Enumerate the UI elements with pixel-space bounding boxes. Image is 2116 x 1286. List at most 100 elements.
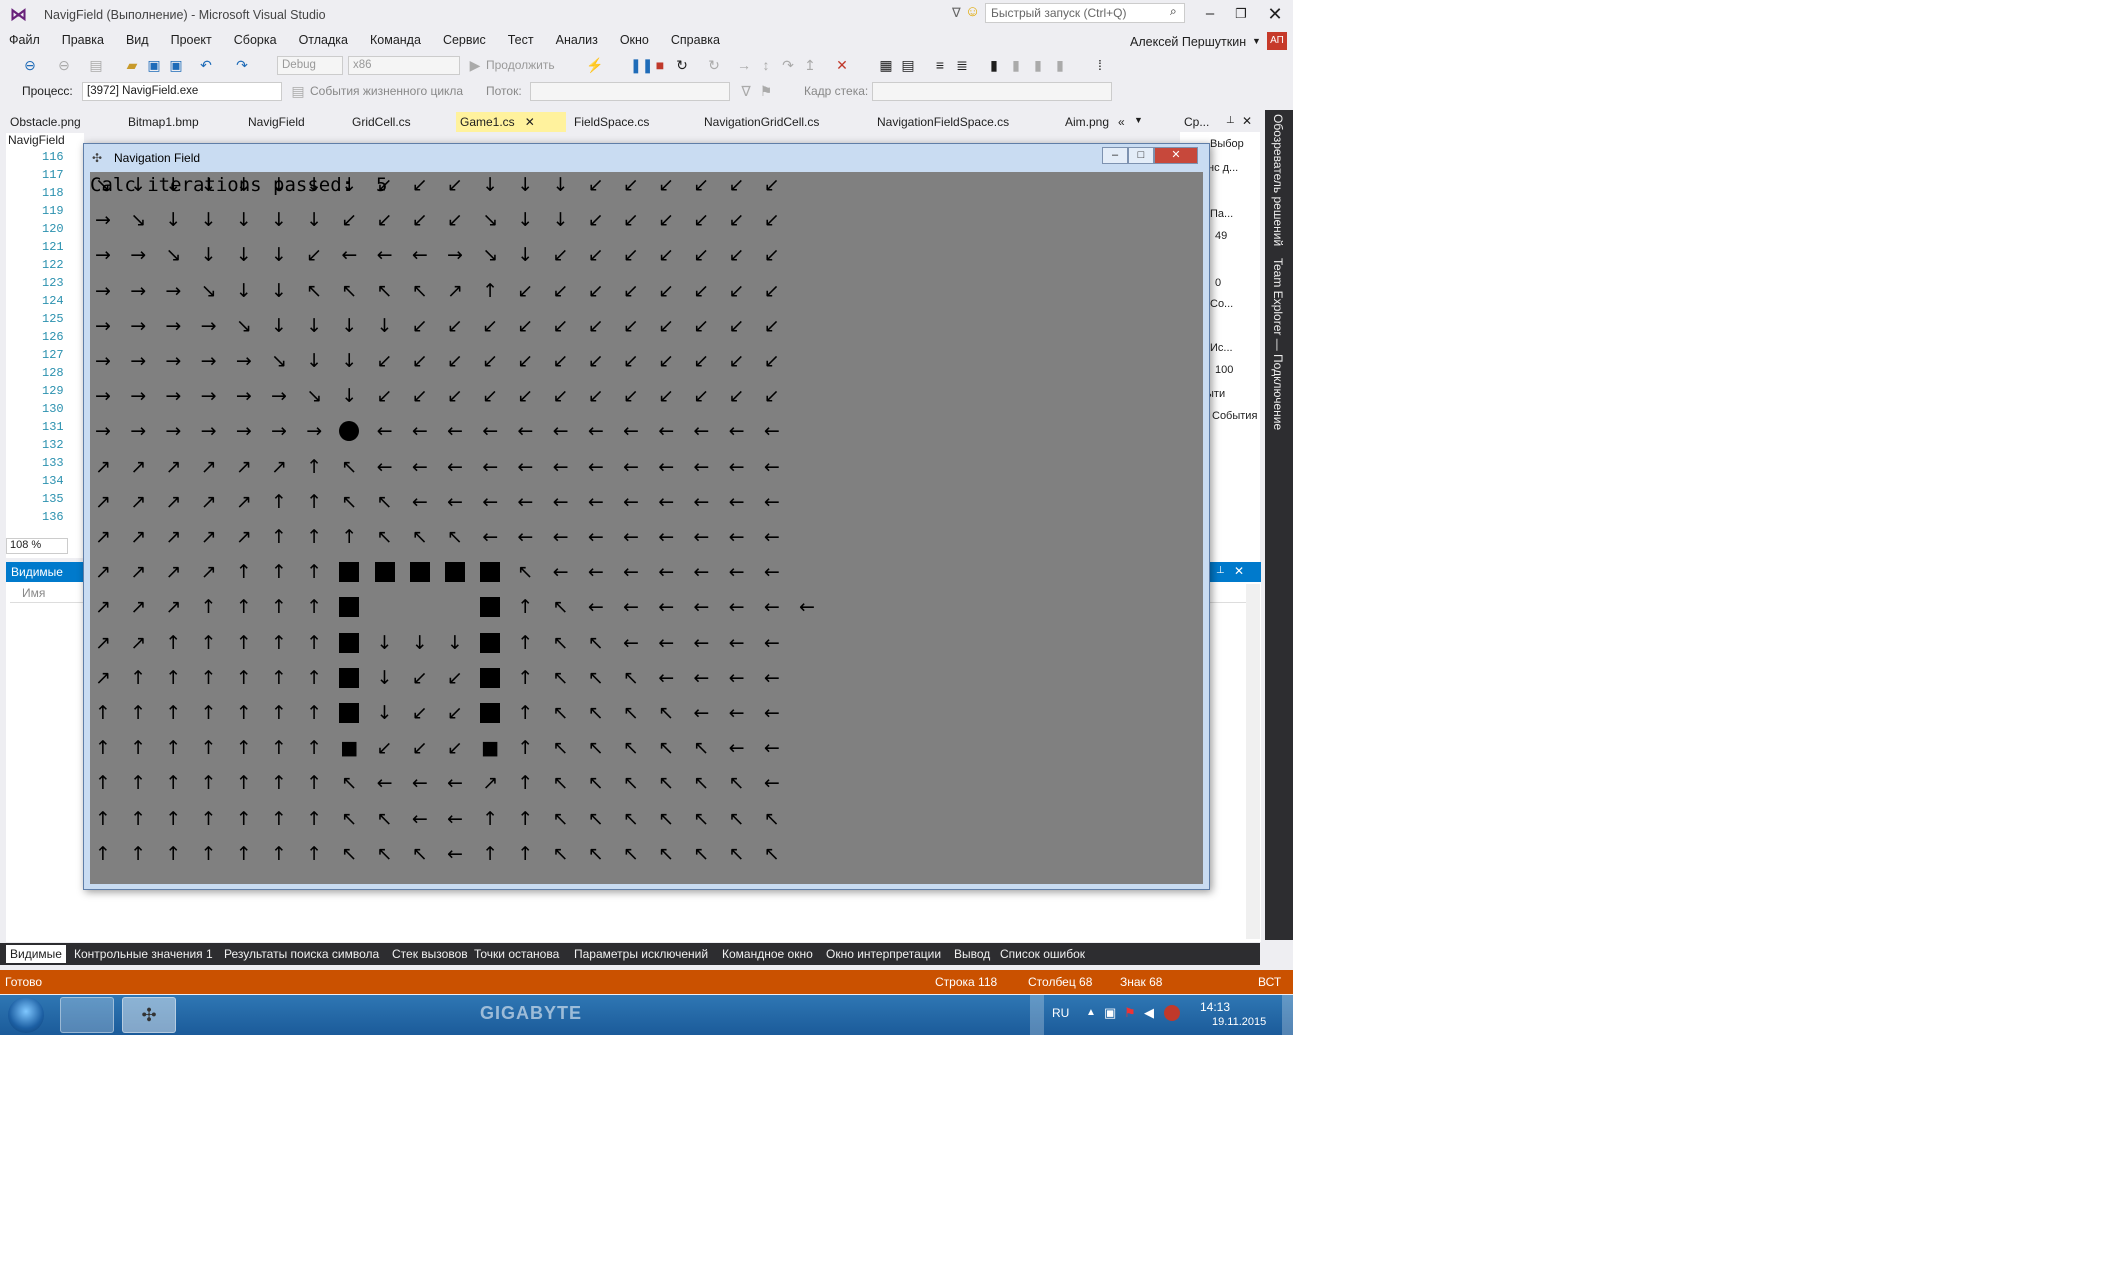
redo-icon[interactable]: ↷ <box>234 57 250 73</box>
menu-file[interactable]: Файл <box>9 33 40 47</box>
stack-frame-select[interactable] <box>872 82 1112 101</box>
pin-icon[interactable]: ⊥ <box>1226 115 1235 126</box>
menu-project[interactable]: Проект <box>171 33 212 47</box>
forward-icon[interactable]: ⊖ <box>56 57 72 73</box>
close-icon[interactable]: ✕ <box>1242 114 1252 128</box>
tab-locals[interactable]: Видимые <box>6 945 66 963</box>
step-back-icon[interactable]: ↥ <box>802 57 818 73</box>
hot-reload-icon[interactable]: ⚡ <box>586 57 603 73</box>
tab-gridcell-cs[interactable]: GridCell.cs <box>348 112 415 132</box>
clear-bookmarks-icon[interactable]: ▮ <box>1052 57 1068 73</box>
restart-icon[interactable]: ↻ <box>674 57 690 73</box>
clock-date[interactable]: 19.11.2015 <box>1212 1016 1266 1028</box>
menu-team[interactable]: Команда <box>370 33 421 47</box>
tabs-scroll-icon[interactable]: « <box>1118 115 1125 129</box>
breakpoints-icon[interactable]: ✕ <box>834 57 850 73</box>
properties-item[interactable]: нс д... <box>1208 162 1238 174</box>
tab-output[interactable]: Вывод <box>950 945 994 963</box>
scrollbar[interactable] <box>1246 584 1260 939</box>
undo-icon[interactable]: ↶ <box>198 57 214 73</box>
language-indicator[interactable]: RU <box>1052 1006 1069 1020</box>
search-icon[interactable]: ⌕ <box>1170 4 1177 19</box>
chevron-down-icon[interactable]: ▼ <box>1252 36 1261 46</box>
lifecycle-events-button[interactable]: События жизненного цикла <box>310 84 463 98</box>
game-maximize-button[interactable]: □ <box>1128 147 1154 164</box>
properties-value[interactable]: 100 <box>1215 364 1233 376</box>
bookmark-icon[interactable]: ▮ <box>986 57 1002 73</box>
hex-display-icon[interactable]: ▦ <box>878 57 894 73</box>
properties-item[interactable]: Па... <box>1210 208 1233 220</box>
new-project-icon[interactable]: ▤ <box>88 57 104 73</box>
menu-window[interactable]: Окно <box>620 33 649 47</box>
code-editor[interactable]: NavigField 116 117 118 119 120 121 122 1… <box>6 133 84 558</box>
continue-button[interactable]: Продолжить <box>486 58 555 72</box>
step-over-icon[interactable]: ↕ <box>758 57 774 73</box>
process-select[interactable]: [3972] NavigField.exe <box>82 82 282 101</box>
name-column[interactable]: Имя <box>22 586 45 600</box>
menu-analyze[interactable]: Анализ <box>556 33 598 47</box>
menu-edit[interactable]: Правка <box>62 33 104 47</box>
step-out-icon[interactable]: ↷ <box>780 57 796 73</box>
game-minimize-button[interactable]: – <box>1102 147 1128 164</box>
configuration-select[interactable]: Debug <box>277 56 343 75</box>
tab-navigfield[interactable]: NavigField <box>244 112 309 132</box>
game-title-bar[interactable]: ✣ Navigation Field – □ ✕ <box>84 144 1209 171</box>
scrollbar[interactable] <box>1030 995 1044 1035</box>
step-into-icon[interactable]: → <box>736 57 752 73</box>
properties-value[interactable]: 49 <box>1215 230 1227 242</box>
notification-filter-icon[interactable]: ∇ <box>952 5 961 21</box>
close-icon[interactable]: ✕ <box>1234 564 1244 578</box>
network-icon[interactable]: ▣ <box>1104 1005 1116 1021</box>
menu-debug[interactable]: Отладка <box>299 33 348 47</box>
play-icon[interactable]: ▶ <box>467 57 483 73</box>
taskbar-visual-studio[interactable] <box>60 997 114 1033</box>
tab-navigationfieldspace-cs[interactable]: NavigationFieldSpace.cs <box>873 112 1013 132</box>
close-icon[interactable]: ✕ <box>525 115 535 129</box>
indent-icon[interactable]: ≡ <box>932 57 948 73</box>
user-name[interactable]: Алексей Першуткин <box>1130 35 1246 49</box>
tab-find-symbol[interactable]: Результаты поиска символа <box>220 945 383 963</box>
menu-build[interactable]: Сборка <box>234 33 277 47</box>
flag-icon[interactable]: ⚑ <box>758 83 774 99</box>
tab-game1-cs[interactable]: Game1.cs ✕ <box>456 112 566 132</box>
navigation-field-canvas[interactable]: ↘ ↓ ↓ ↓ ↓ ↓ ↓ ↓ ↙ ↙ ↙ ↓ ↓ ↓ ↙ ↙ ↙ ↙ ↙ ↙ → ↘ ↓ ↓ ↓ ↓ ↓ ↙ ↙ ↙ ↙ ↘ ↓ ↓ ↙ ↙ ↙ ↙ ↙ ↙… <box>90 172 1203 884</box>
tab-aim-png[interactable]: Aim.png <box>1061 112 1113 132</box>
tab-obstacle-png[interactable]: Obstacle.png <box>6 112 85 132</box>
show-next-statement-icon[interactable]: ↻ <box>706 57 722 73</box>
menu-test[interactable]: Тест <box>508 33 534 47</box>
tab-immediate-window[interactable]: Окно интерпретации <box>822 945 945 963</box>
properties-item[interactable]: Выбор <box>1210 138 1244 150</box>
solution-explorer-tab[interactable]: Обозреватель решений <box>1271 114 1285 246</box>
platform-select[interactable]: x86 <box>348 56 460 75</box>
feedback-smiley-icon[interactable]: ☺ <box>965 3 980 20</box>
tab-call-stack[interactable]: Стек вызовов <box>388 945 472 963</box>
open-file-icon[interactable]: ▰ <box>124 57 140 73</box>
show-hidden-icons-icon[interactable]: ▲ <box>1086 1007 1096 1018</box>
next-bookmark-icon[interactable]: ▮ <box>1030 57 1046 73</box>
tab-watch[interactable]: Контрольные значения 1 <box>70 945 217 963</box>
pin-icon[interactable]: ⊥ <box>1216 565 1225 576</box>
antivirus-icon[interactable] <box>1164 1005 1180 1021</box>
back-icon[interactable]: ⊖ <box>22 57 38 73</box>
menu-help[interactable]: Справка <box>671 33 720 47</box>
navigation-field-window[interactable]: ✣ Navigation Field – □ ✕ ↘ ↓ ↓ ↓ ↓ ↓ ↓ ↓ ↙ ↙ ↙ ↓ ↓ ↓ ↙… <box>83 143 1210 890</box>
volume-icon[interactable]: ◀ <box>1144 1005 1154 1021</box>
thread-select[interactable] <box>530 82 730 101</box>
user-avatar[interactable]: АП <box>1267 32 1287 50</box>
tab-breakpoints[interactable]: Точки останова <box>470 945 563 963</box>
game-close-button[interactable]: ✕ <box>1154 147 1198 164</box>
tab-error-list[interactable]: Список ошибок <box>996 945 1089 963</box>
tab-fieldspace-cs[interactable]: FieldSpace.cs <box>570 112 653 132</box>
outdent-icon[interactable]: ≣ <box>954 57 970 73</box>
toolbar-overflow-icon[interactable]: ⁞ <box>1092 57 1108 73</box>
pause-icon[interactable]: ❚❚ <box>630 57 653 73</box>
properties-item[interactable]: События <box>1212 410 1257 422</box>
tabs-dropdown-icon[interactable]: ▼ <box>1134 115 1143 125</box>
prev-bookmark-icon[interactable]: ▮ <box>1008 57 1024 73</box>
properties-value[interactable]: 0 <box>1215 277 1221 289</box>
action-center-icon[interactable]: ⚑ <box>1124 1005 1136 1021</box>
show-desktop-button[interactable] <box>1282 995 1293 1035</box>
minimize-button[interactable]: – <box>1195 2 1225 26</box>
save-all-icon[interactable]: ▣ <box>168 57 184 73</box>
taskbar-game-window[interactable]: ✣ <box>122 997 176 1033</box>
